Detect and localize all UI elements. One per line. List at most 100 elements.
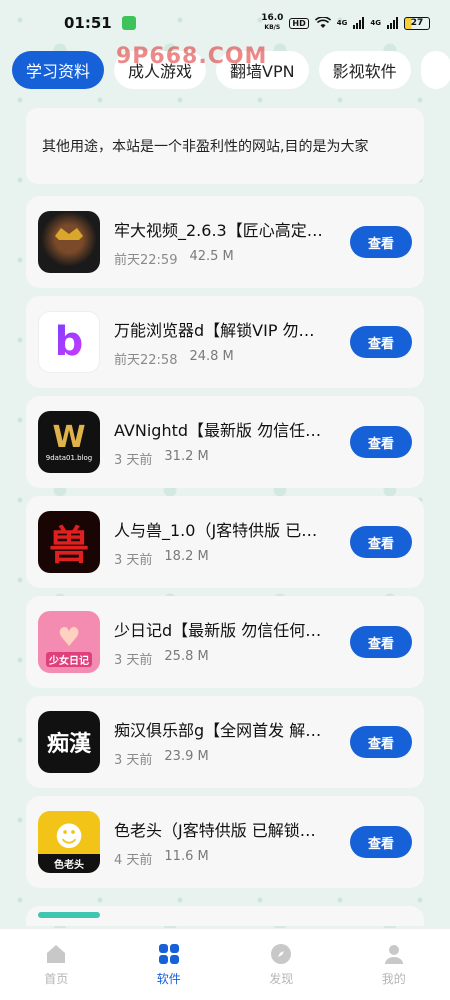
item-time: 3 天前 <box>114 452 153 468</box>
view-button[interactable]: 查看 <box>350 526 412 558</box>
home-icon <box>47 945 66 963</box>
item-info: 痴汉俱乐部g【全网首发 解… 3 天前 23.9 M <box>114 717 350 768</box>
item-meta: 前天22:59 42.5 M <box>114 249 350 268</box>
nav-software[interactable]: 软件 <box>113 929 226 1000</box>
item-size: 25.8 M <box>164 648 209 664</box>
app-icon-avnight: W 9data01.blog <box>38 411 100 473</box>
compass-icon <box>271 944 292 964</box>
notification-app-icon <box>121 16 136 30</box>
item-info: 牢大视频_2.6.3【匠心高定… 前天22:59 42.5 M <box>114 217 350 268</box>
item-time: 前天22:59 <box>114 252 178 268</box>
item-size: 24.8 M <box>189 348 234 364</box>
notice-marquee: 其他用途，本站是一个非盈利性的网站,目的是为大家 <box>26 108 424 184</box>
avnight-logo-icon: W <box>52 420 86 455</box>
item-meta: 3 天前 31.2 M <box>114 449 350 468</box>
app-icon-diary: ♥ 少女日记 <box>38 611 100 673</box>
app-icon-beast: 兽 <box>38 511 100 573</box>
item-size: 42.5 M <box>189 248 234 264</box>
browser-logo-letter: b <box>54 319 84 365</box>
grid-icon <box>158 944 179 964</box>
app-icon-browser: b <box>38 311 100 373</box>
list-item[interactable]: ♥ 少女日记 少日记d【最新版 勿信任何… 3 天前 25.8 M 查看 <box>26 596 424 688</box>
item-title: 万能浏览器d【解锁VIP 勿… <box>114 320 315 340</box>
heart-icon: ♥ <box>57 623 81 653</box>
app-icon-club: 痴漢 <box>38 711 100 773</box>
item-title: 少日记d【最新版 勿信任何… <box>114 620 322 640</box>
item-meta: 3 天前 23.9 M <box>114 749 350 768</box>
item-info: 少日记d【最新版 勿信任何… 3 天前 25.8 M <box>114 617 350 668</box>
battery-icon: 27 <box>404 16 430 30</box>
item-size: 18.2 M <box>164 548 209 564</box>
item-info: AVNightd【最新版 勿信任… 3 天前 31.2 M <box>114 417 350 468</box>
list-item[interactable]: 牢大视频_2.6.3【匠心高定… 前天22:59 42.5 M 查看 <box>26 196 424 288</box>
app-list: 牢大视频_2.6.3【匠心高定… 前天22:59 42.5 M 查看 b 万能浏… <box>26 196 424 896</box>
face-icon: ☻ <box>54 820 84 853</box>
diary-icon-caption: 少女日记 <box>46 652 92 667</box>
view-button[interactable]: 查看 <box>350 826 412 858</box>
item-meta: 4 天前 11.6 M <box>114 849 350 868</box>
list-item[interactable]: ☻ 色老头 色老头（J客特供版 已解锁… 4 天前 11.6 M 查看 <box>26 796 424 888</box>
item-time: 4 天前 <box>114 852 153 868</box>
status-indicators: 16.0 KB/S HD 4G 4G 27 <box>261 14 430 32</box>
watermark: 9P668.COM <box>116 44 268 69</box>
nav-home[interactable]: 首页 <box>0 929 113 1000</box>
view-button[interactable]: 查看 <box>350 326 412 358</box>
nav-software-label: 软件 <box>156 972 181 986</box>
status-bar: 01:51 16.0 KB/S HD 4G 4G 27 <box>0 0 450 46</box>
item-meta: 3 天前 25.8 M <box>114 649 350 668</box>
list-item[interactable]: W 9data01.blog AVNightd【最新版 勿信任… 3 天前 31… <box>26 396 424 488</box>
signal-2-icon <box>387 17 398 29</box>
oldman-icon-caption: 色老头 <box>38 854 100 873</box>
item-info: 色老头（J客特供版 已解锁… 4 天前 11.6 M <box>114 817 350 868</box>
nav-discover-label: 发现 <box>269 972 294 986</box>
signal-1-icon <box>353 17 365 29</box>
wifi-icon <box>314 17 331 28</box>
item-meta: 3 天前 18.2 M <box>114 549 350 568</box>
item-size: 23.9 M <box>164 748 209 764</box>
view-button[interactable]: 查看 <box>350 226 412 258</box>
nav-profile[interactable]: 我的 <box>338 929 450 1000</box>
app-icon-mamba <box>38 211 100 273</box>
nav-discover[interactable]: 发现 <box>225 929 338 1000</box>
list-item[interactable]: 兽 人与兽_1.0（J客特供版 已… 3 天前 18.2 M 查看 <box>26 496 424 588</box>
tab-more[interactable] <box>420 51 450 89</box>
item-size: 31.2 M <box>164 448 209 464</box>
tab-study[interactable]: 学习资料 <box>12 51 105 89</box>
item-title: 牢大视频_2.6.3【匠心高定… <box>114 220 323 240</box>
avnight-icon-caption: 9data01.blog <box>45 454 93 462</box>
item-title: 色老头（J客特供版 已解锁… <box>114 820 316 840</box>
user-icon <box>384 945 403 964</box>
view-button[interactable]: 查看 <box>350 426 412 458</box>
beast-icon-glyph: 兽 <box>49 523 89 569</box>
item-time: 3 天前 <box>114 652 153 668</box>
partial-icon <box>38 912 100 918</box>
nav-profile-label: 我的 <box>381 972 406 986</box>
item-time: 3 天前 <box>114 552 153 568</box>
bottom-navigation: 首页 软件 发现 我的 <box>0 928 450 1000</box>
app-icon-oldman: ☻ 色老头 <box>38 811 100 873</box>
item-title: AVNightd【最新版 勿信任… <box>114 420 322 440</box>
network-speed-value: 16.0 <box>261 13 284 23</box>
view-button[interactable]: 查看 <box>350 726 412 758</box>
item-time: 3 天前 <box>114 752 153 768</box>
status-time: 01:51 <box>64 14 112 32</box>
item-size: 11.6 M <box>164 848 209 864</box>
item-meta: 前天22:58 24.8 M <box>114 349 350 368</box>
item-title: 人与兽_1.0（J客特供版 已… <box>114 520 318 540</box>
item-title: 痴汉俱乐部g【全网首发 解… <box>114 720 322 740</box>
item-info: 人与兽_1.0（J客特供版 已… 3 天前 18.2 M <box>114 517 350 568</box>
network-speed: 16.0 KB/S <box>261 14 283 32</box>
list-item-partial <box>26 906 424 926</box>
network-type-2: 4G <box>370 19 381 27</box>
club-icon-glyph: 痴漢 <box>46 732 91 757</box>
crown-icon <box>55 228 83 240</box>
tab-video-apps[interactable]: 影视软件 <box>318 51 411 89</box>
nav-home-label: 首页 <box>44 972 69 986</box>
network-speed-unit: KB/S <box>264 24 281 31</box>
view-button[interactable]: 查看 <box>350 626 412 658</box>
network-type-1: 4G <box>336 19 348 27</box>
list-item[interactable]: 痴漢 痴汉俱乐部g【全网首发 解… 3 天前 23.9 M 查看 <box>26 696 424 788</box>
item-info: 万能浏览器d【解锁VIP 勿… 前天22:58 24.8 M <box>114 317 350 368</box>
item-time: 前天22:58 <box>114 352 178 368</box>
list-item[interactable]: b 万能浏览器d【解锁VIP 勿… 前天22:58 24.8 M 查看 <box>26 296 424 388</box>
